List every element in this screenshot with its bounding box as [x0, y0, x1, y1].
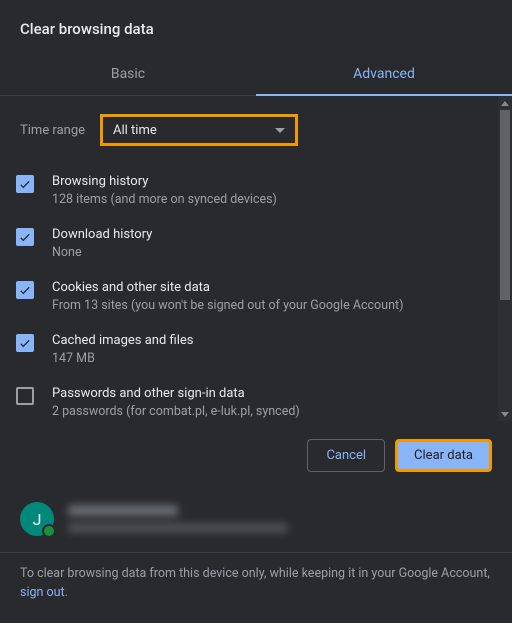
sign-out-link[interactable]: sign out — [20, 585, 65, 600]
scrollbar-thumb[interactable] — [500, 110, 510, 300]
time-range-value: All time — [113, 123, 157, 138]
options-list: Browsing history 128 items (and more on s… — [0, 164, 512, 421]
dialog-buttons: Cancel Clear data — [0, 421, 512, 490]
option-row: Browsing history 128 items (and more on s… — [16, 164, 496, 217]
option-desc: 2 passwords (for combat.pl, e-luk.pl, sy… — [52, 404, 496, 419]
time-range-label: Time range — [20, 123, 100, 138]
checkbox[interactable] — [16, 387, 34, 405]
account-row: J — [0, 490, 512, 552]
option-desc: 128 items (and more on synced devices) — [52, 192, 496, 207]
cancel-button[interactable]: Cancel — [307, 439, 385, 472]
avatar-initial: J — [33, 510, 42, 529]
tab-advanced[interactable]: Advanced — [256, 54, 512, 95]
option-row: Passwords and other sign-in data 2 passwo… — [16, 376, 496, 421]
option-row: Cookies and other site data From 13 sites… — [16, 270, 496, 323]
clear-data-button[interactable]: Clear data — [395, 439, 492, 472]
option-row: Download history None — [16, 217, 496, 270]
avatar: J — [20, 502, 54, 536]
option-title: Cookies and other site data — [52, 280, 496, 295]
scroll-down-icon[interactable] — [498, 407, 512, 421]
option-title: Passwords and other sign-in data — [52, 386, 496, 401]
option-title: Download history — [52, 227, 496, 242]
chevron-down-icon — [275, 128, 285, 133]
checkbox[interactable] — [16, 175, 34, 193]
checkbox[interactable] — [16, 281, 34, 299]
option-title: Cached images and files — [52, 333, 496, 348]
footer-text-end: . — [65, 585, 68, 600]
sync-badge-icon — [42, 524, 56, 538]
account-info-redacted — [68, 505, 288, 533]
tab-basic[interactable]: Basic — [0, 54, 256, 95]
footer-text: To clear browsing data from this device … — [20, 566, 490, 581]
dialog-title: Clear browsing data — [0, 0, 512, 54]
option-row: Cached images and files 147 MB — [16, 323, 496, 376]
scroll-up-icon[interactable] — [498, 96, 512, 110]
checkbox[interactable] — [16, 334, 34, 352]
option-title: Browsing history — [52, 174, 496, 189]
checkbox[interactable] — [16, 228, 34, 246]
tabs: Basic Advanced — [0, 54, 512, 96]
footer-note: To clear browsing data from this device … — [0, 553, 512, 623]
scrollbar[interactable] — [498, 96, 512, 421]
time-range-select[interactable]: All time — [100, 114, 298, 146]
scroll-content: Time range All time Browsing history 128 … — [0, 96, 512, 421]
option-desc: 147 MB — [52, 351, 496, 366]
option-desc: From 13 sites (you won't be signed out o… — [52, 298, 496, 313]
option-desc: None — [52, 245, 496, 260]
